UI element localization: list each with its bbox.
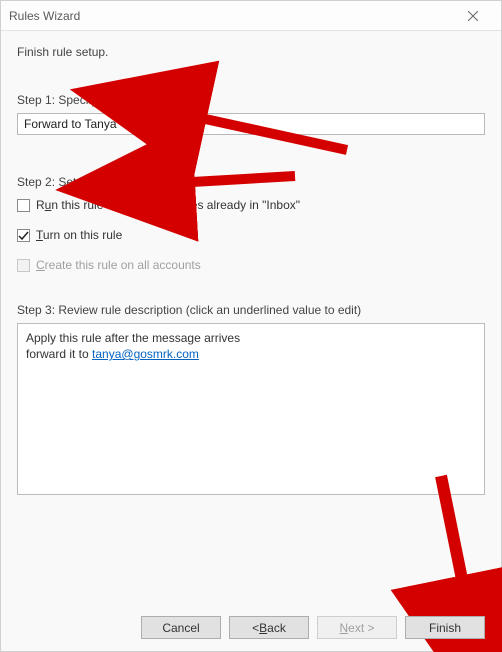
rule-desc-line2: forward it to tanya@gosmrk.com: [26, 346, 476, 362]
forward-email-link[interactable]: tanya@gosmrk.com: [92, 347, 199, 361]
run-now-label: Run this rule now on messages already in…: [36, 197, 300, 213]
step2-section: Step 2: Setup rule options Run this rule…: [17, 175, 485, 273]
rule-desc-line1: Apply this rule after the message arrive…: [26, 330, 476, 346]
step1-section: Step 1: Specify a name for this rule: [17, 93, 485, 135]
step1-label: Step 1: Specify a name for this rule: [17, 93, 485, 107]
run-now-checkbox[interactable]: [17, 199, 30, 212]
step3-label: Step 3: Review rule description (click a…: [17, 303, 485, 317]
checkmark-icon: [18, 230, 29, 241]
wizard-window: Rules Wizard Finish rule setup. Step 1: …: [0, 0, 502, 652]
all-accounts-checkbox: [17, 259, 30, 272]
finish-button[interactable]: Finish: [405, 616, 485, 639]
window-title: Rules Wizard: [9, 9, 453, 23]
step3-section: Step 3: Review rule description (click a…: [17, 303, 485, 495]
button-row: Cancel < Back Next > Finish: [1, 616, 501, 639]
all-accounts-row: Create this rule on all accounts: [17, 257, 485, 273]
close-button[interactable]: [453, 2, 493, 30]
rule-name-input[interactable]: [17, 113, 485, 135]
close-icon: [468, 11, 478, 21]
run-now-row: Run this rule now on messages already in…: [17, 197, 485, 213]
turn-on-checkbox[interactable]: [17, 229, 30, 242]
wizard-heading: Finish rule setup.: [17, 45, 485, 59]
cancel-button[interactable]: Cancel: [141, 616, 221, 639]
content-area: Finish rule setup. Step 1: Specify a nam…: [1, 31, 501, 495]
all-accounts-label: Create this rule on all accounts: [36, 257, 201, 273]
back-button[interactable]: < Back: [229, 616, 309, 639]
step2-label: Step 2: Setup rule options: [17, 175, 485, 189]
next-button: Next >: [317, 616, 397, 639]
turn-on-row: Turn on this rule: [17, 227, 485, 243]
turn-on-label: Turn on this rule: [36, 227, 122, 243]
rule-description-box: Apply this rule after the message arrive…: [17, 323, 485, 495]
titlebar: Rules Wizard: [1, 1, 501, 31]
